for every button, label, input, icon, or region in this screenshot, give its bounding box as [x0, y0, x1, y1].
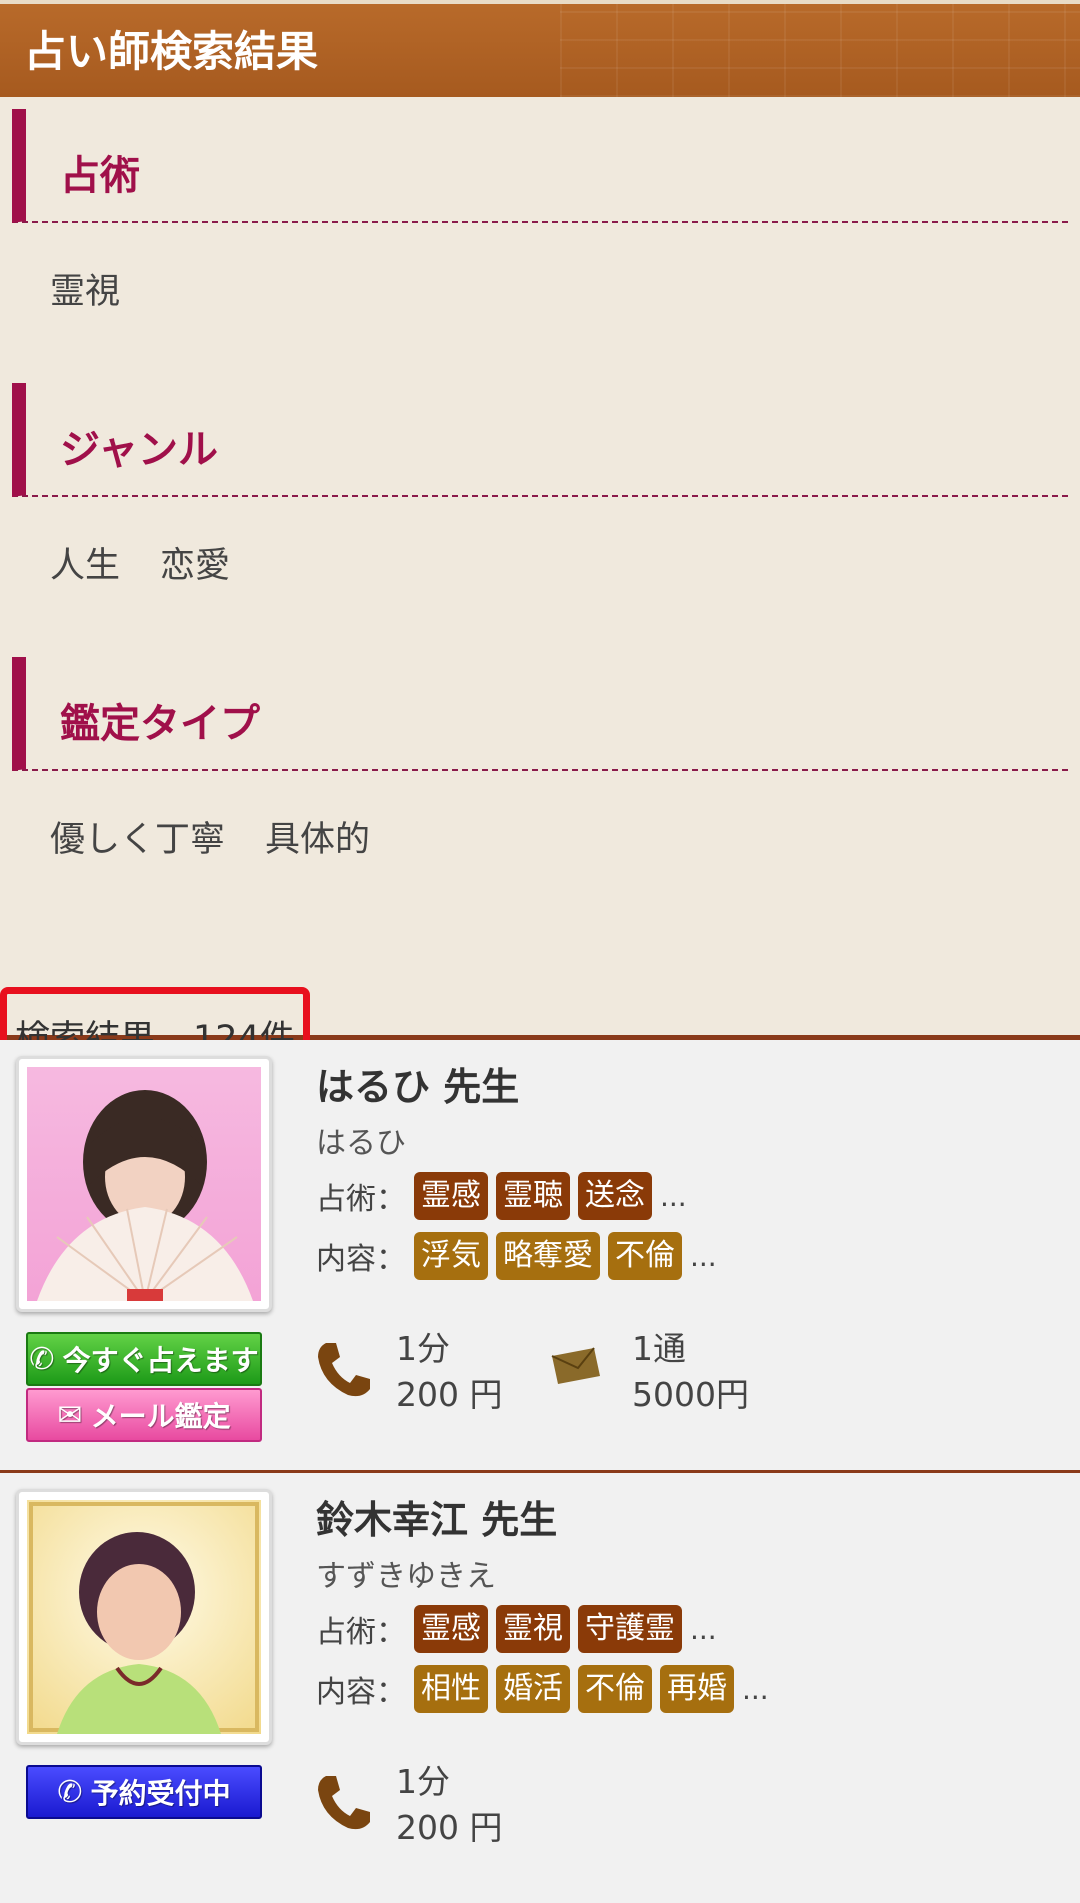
filter-value: 霊視 [50, 272, 121, 312]
mail-reading-button[interactable]: ✉ メール鑑定 [26, 1388, 262, 1442]
phone-icon [318, 1776, 370, 1830]
reservation-open-button[interactable]: ✆ 予約受付中 [26, 1765, 262, 1819]
badge-label: メール鑑定 [90, 1400, 231, 1433]
topic-tag: 略奪愛 [496, 1232, 600, 1280]
topic-tag: 再婚 [660, 1665, 734, 1713]
filter-heading-label: 占術 [60, 153, 140, 199]
topic-tags: 内容： 浮気 略奪愛 不倫 ... [316, 1232, 717, 1280]
badge-label: 予約受付中 [90, 1777, 231, 1810]
page-title: 占い師検索結果 [24, 27, 319, 76]
badge-label: 今すぐ占えます [62, 1344, 259, 1377]
topic-tag: 婚活 [496, 1665, 570, 1713]
topic-label: 内容： [316, 1675, 406, 1710]
filter-value: 恋愛 [160, 546, 231, 586]
phone-rate-unit: 1分 [396, 1762, 450, 1801]
available-now-button[interactable]: ✆ 今すぐ占えます [26, 1332, 262, 1386]
topic-tag: 不倫 [608, 1232, 682, 1280]
fortune-teller-photo[interactable] [16, 1056, 272, 1312]
fortune-teller-photo[interactable] [16, 1489, 272, 1745]
topic-tag: 浮気 [414, 1232, 488, 1280]
mail-rate-unit: 1通 [632, 1329, 686, 1368]
mail-rate-price: 5000円 [632, 1375, 749, 1414]
fortune-teller-kana: すずきゆきえ [316, 1559, 496, 1594]
fortune-teller-name[interactable]: はるひ 先生 [316, 1056, 519, 1111]
more-ellipsis: ... [690, 1239, 717, 1273]
filter-values-type: 優しく丁寧 具体的 [12, 771, 1068, 931]
fortune-teller-card[interactable]: ✆ 今すぐ占えます ✉ メール鑑定 はるひ 先生 はるひ 占術： 霊感 霊聴 送… [0, 1040, 1080, 1473]
phone-rate-price: 200 円 [396, 1375, 503, 1414]
filter-value-group: 優しく丁寧 具体的 [50, 811, 370, 862]
filter-heading-genre: ジャンル [12, 383, 1068, 497]
filter-value-group: 人生 恋愛 [50, 537, 230, 588]
phone-rate-unit: 1分 [396, 1329, 450, 1368]
envelope-icon: ✉ [57, 1397, 83, 1433]
topic-tag: 相性 [414, 1665, 488, 1713]
search-conditions: 占術 霊視 ジャンル 人生 恋愛 鑑定タイプ 優しく丁寧 具体的 検索結果 124件 [0, 97, 1080, 1069]
fortune-teller-card[interactable]: ✆ 予約受付中 鈴木幸江 先生 すずきゆきえ 占術： 霊感 霊視 守護霊 ...… [0, 1473, 1080, 1903]
fortune-teller-name[interactable]: 鈴木幸江 先生 [316, 1489, 557, 1544]
technique-tag: 霊感 [414, 1172, 488, 1220]
phone-rate: 1分 200 円 [396, 1759, 502, 1851]
fortune-teller-kana: はるひ [316, 1126, 406, 1161]
phone-icon: ✆ [29, 1341, 55, 1377]
technique-tag: 霊聴 [496, 1172, 570, 1220]
page-header: 占い師検索結果 [0, 0, 1080, 97]
filter-heading-technique: 占術 [12, 109, 1068, 223]
filter-heading-type: 鑑定タイプ [12, 657, 1068, 771]
more-ellipsis: ... [690, 1612, 717, 1646]
topic-tag: 不倫 [578, 1665, 652, 1713]
filter-values-genre: 人生 恋愛 [12, 497, 1068, 657]
technique-tags: 占術： 霊感 霊聴 送念 ... [316, 1172, 687, 1220]
filter-heading-label: ジャンル [60, 427, 218, 473]
filter-values-technique: 霊視 [12, 223, 1068, 383]
phone-rate-price: 200 円 [396, 1808, 503, 1847]
technique-tag: 霊視 [496, 1605, 570, 1653]
filter-value: 優しく丁寧 [50, 820, 226, 860]
filter-heading-label: 鑑定タイプ [60, 701, 260, 747]
more-ellipsis: ... [742, 1672, 769, 1706]
mail-rate: 1通 5000円 [632, 1326, 749, 1418]
technique-label: 占術： [316, 1615, 406, 1650]
envelope-icon [551, 1347, 600, 1384]
technique-tag: 守護霊 [578, 1605, 682, 1653]
technique-tags: 占術： 霊感 霊視 守護霊 ... [316, 1605, 717, 1653]
phone-icon: ✆ [57, 1774, 83, 1810]
phone-rate: 1分 200 円 [396, 1326, 502, 1418]
photo-image [27, 1500, 261, 1734]
more-ellipsis: ... [660, 1179, 687, 1213]
filter-value: 人生 [50, 546, 121, 586]
phone-icon [318, 1343, 370, 1397]
photo-image [27, 1067, 261, 1301]
topic-label: 内容： [316, 1242, 406, 1277]
header-pattern [560, 4, 1080, 97]
filter-value: 具体的 [265, 820, 371, 860]
technique-label: 占術： [316, 1182, 406, 1217]
topic-tags: 内容： 相性 婚活 不倫 再婚 ... [316, 1665, 769, 1713]
technique-tag: 霊感 [414, 1605, 488, 1653]
technique-tag: 送念 [578, 1172, 652, 1220]
